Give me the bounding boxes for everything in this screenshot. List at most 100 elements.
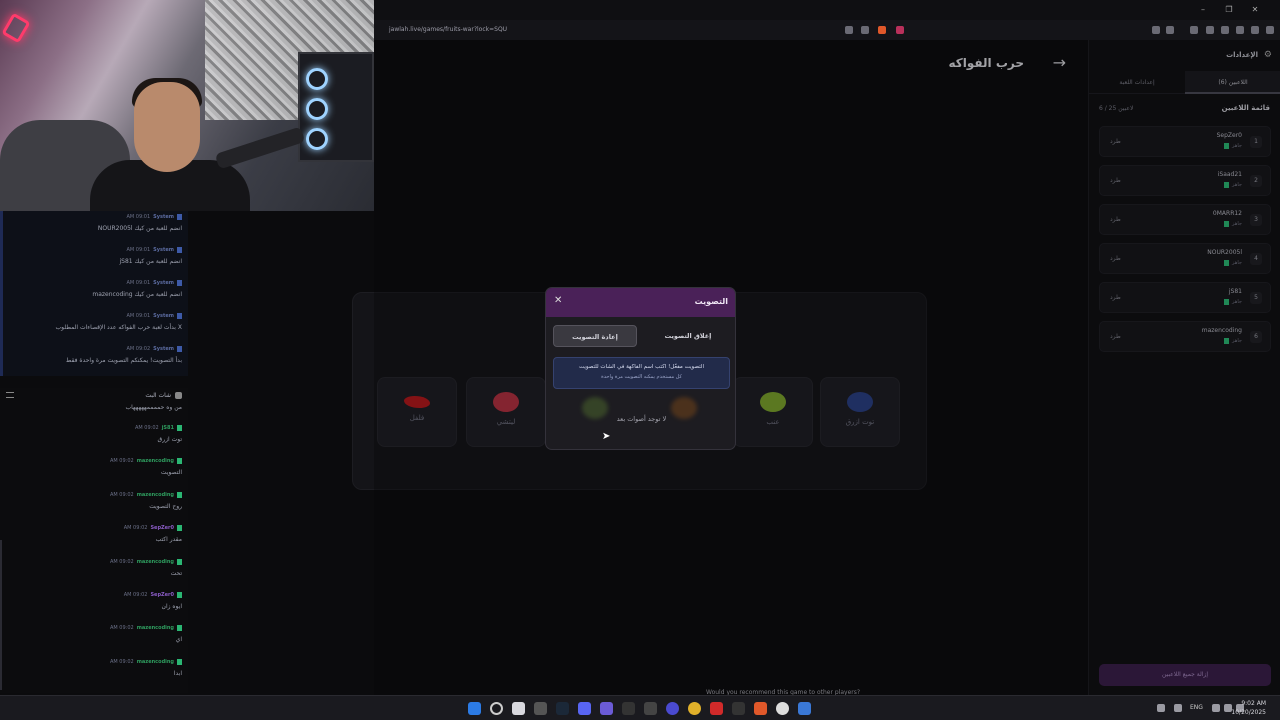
- minimize-icon[interactable]: –: [1196, 5, 1210, 14]
- url-text[interactable]: jawlah.live/games/fruits-war?lock=SQU: [389, 26, 507, 33]
- vscode-icon[interactable]: [798, 702, 811, 715]
- chat-time: AM 09:01: [126, 280, 151, 286]
- notice-line-1: التصويت مفعّل! اكتب اسم الفاكهة في الشات…: [578, 364, 705, 370]
- app-icon[interactable]: [710, 702, 723, 715]
- chat-message: AM 09:02 SepZer0 مقدر اكتب: [4, 524, 182, 543]
- task-view-icon[interactable]: [512, 702, 525, 715]
- brave-icon[interactable]: [754, 702, 767, 715]
- chrome-icon[interactable]: [688, 702, 701, 715]
- address-bar[interactable]: jawlah.live/games/fruits-war?lock=SQU: [374, 20, 1280, 40]
- network-icon[interactable]: [1212, 704, 1220, 712]
- no-votes-text: لا توجد أصوات بعد: [616, 415, 667, 423]
- app-icon[interactable]: [732, 702, 745, 715]
- widgets-icon[interactable]: [534, 702, 547, 715]
- chat-username[interactable]: mazencoding: [137, 559, 174, 565]
- chat-message: AM 09:02 System بدأ التصويت! يمكنكم التصوي…: [4, 345, 182, 364]
- chat-text: من وه حممممهههههاب: [125, 404, 182, 411]
- chat-message: AM 09:02 mazencoding التصويت: [4, 457, 182, 476]
- app-icon[interactable]: [776, 702, 789, 715]
- rewards-icon[interactable]: [896, 26, 904, 34]
- translate-icon[interactable]: [845, 26, 853, 34]
- music-icon[interactable]: [1190, 26, 1198, 34]
- kick-badge-icon: [177, 491, 182, 498]
- search-icon[interactable]: [490, 702, 503, 715]
- chat-time: AM 09:01: [126, 214, 151, 220]
- clock-date: 10/20/2025: [1231, 709, 1266, 716]
- chat-username: System: [153, 247, 174, 253]
- collapse-icon[interactable]: [6, 392, 14, 398]
- chat-scrollbar[interactable]: [0, 540, 2, 690]
- close-voting-button[interactable]: إغلاق التصويت: [646, 325, 730, 347]
- chat-time: AM 09:02: [109, 658, 134, 665]
- modal-tabs: إغلاق التصويت إعادة التصويت: [553, 325, 730, 347]
- close-icon[interactable]: ✕: [1248, 5, 1262, 14]
- chat-time: AM 09:01: [126, 313, 151, 319]
- chat-username[interactable]: mazencoding: [137, 458, 174, 464]
- chat-text: توت ازرق: [157, 436, 182, 443]
- chat-username: System: [153, 214, 174, 220]
- tab-icon[interactable]: [1166, 26, 1174, 34]
- chat-message: AM 09:02 mazencoding روح التصويت: [4, 491, 182, 510]
- close-icon[interactable]: ✕: [554, 295, 562, 306]
- wallet-icon[interactable]: [1221, 26, 1229, 34]
- chat-username[interactable]: SepZer0: [150, 525, 174, 531]
- chat-text: تحت: [170, 569, 182, 577]
- language-indicator[interactable]: ENG: [1190, 704, 1203, 711]
- chat-text: mazencoding انضم للعبة من كيك: [92, 291, 182, 298]
- chat-time: AM 09:02: [109, 491, 134, 498]
- kick-badge-icon: [177, 558, 182, 565]
- modal-header: التصويت ✕: [546, 288, 735, 317]
- chat-username[interactable]: jS81: [162, 425, 174, 431]
- chat-message: AM 09:01 System jS81 انضم للعبة من كيك: [4, 246, 182, 265]
- chat-username[interactable]: mazencoding: [137, 659, 174, 665]
- chat-time: AM 09:02: [123, 592, 148, 598]
- chat-message: AM 09:02 jS81 توت ازرق: [4, 424, 182, 443]
- window-titlebar: – ❐ ✕: [374, 0, 1280, 20]
- kick-badge-icon: [177, 625, 182, 632]
- chat-text: ايوه زان: [161, 603, 182, 610]
- chat-header-label: شات البث: [145, 391, 171, 399]
- chevron-up-icon[interactable]: [1157, 704, 1165, 712]
- chat-time: AM 09:02: [134, 425, 159, 431]
- chat-message: AM 09:01 System بدأت لعبة حرب الفواكه عدد …: [4, 312, 182, 331]
- chat-message: AM 09:02 mazencoding تحت: [4, 558, 182, 577]
- sidebar-icon[interactable]: [1206, 26, 1214, 34]
- chat-text: بدأت لعبة حرب الفواكه عدد الإقصاءات المط…: [55, 324, 182, 331]
- chat-username[interactable]: mazencoding: [137, 492, 174, 498]
- app-icon[interactable]: [666, 702, 679, 715]
- chat-time: AM 09:02: [126, 346, 151, 352]
- menu-icon[interactable]: [1266, 26, 1274, 34]
- start-icon[interactable]: [468, 702, 481, 715]
- discord-icon[interactable]: [578, 702, 591, 715]
- chat-message: AM 09:02 mazencoding اي: [4, 624, 182, 643]
- clock-time: 9:02 AM: [1241, 700, 1266, 707]
- voting-notice: التصويت مفعّل! اكتب اسم الفاكهة في الشات…: [553, 357, 730, 389]
- app-icon[interactable]: [622, 702, 635, 715]
- maximize-icon[interactable]: ❐: [1222, 5, 1236, 14]
- mic-icon[interactable]: [1174, 704, 1182, 712]
- notice-line-2: كل مستخدم يمكنه التصويت مرة واحدة: [601, 374, 682, 380]
- obs-icon[interactable]: [644, 702, 657, 715]
- share-icon[interactable]: [861, 26, 869, 34]
- steam-icon[interactable]: [556, 702, 569, 715]
- kick-badge-icon: [177, 458, 182, 465]
- clock[interactable]: 9:02 AM 10/20/2025: [1231, 699, 1266, 717]
- chat-message: AM 09:02 SepZer0 ايوه زان: [4, 591, 182, 610]
- download-icon[interactable]: [1236, 26, 1244, 34]
- vpn-icon[interactable]: [1251, 26, 1259, 34]
- restart-voting-button[interactable]: إعادة التصويت: [553, 325, 637, 347]
- chat-time: AM 09:01: [126, 247, 151, 253]
- bot-badge-icon: [177, 214, 182, 220]
- extension-icon[interactable]: [1152, 26, 1160, 34]
- chat-username[interactable]: SepZer0: [150, 592, 174, 598]
- modal-backdrop[interactable]: [374, 40, 1280, 695]
- chat-username[interactable]: mazencoding: [137, 625, 174, 631]
- app-icon[interactable]: [600, 702, 613, 715]
- stream-chat-system-panel: AM 09:01 System NOUR2005l انضم للعبة من كي…: [0, 211, 188, 376]
- chat-icon: [175, 391, 182, 399]
- chat-time: AM 09:02: [109, 458, 134, 465]
- chat-text: مقدر اكتب: [155, 536, 182, 544]
- brave-shield-icon[interactable]: [878, 26, 886, 34]
- chat-time: AM 09:02: [123, 525, 148, 532]
- chat-header: شات البث: [0, 388, 188, 402]
